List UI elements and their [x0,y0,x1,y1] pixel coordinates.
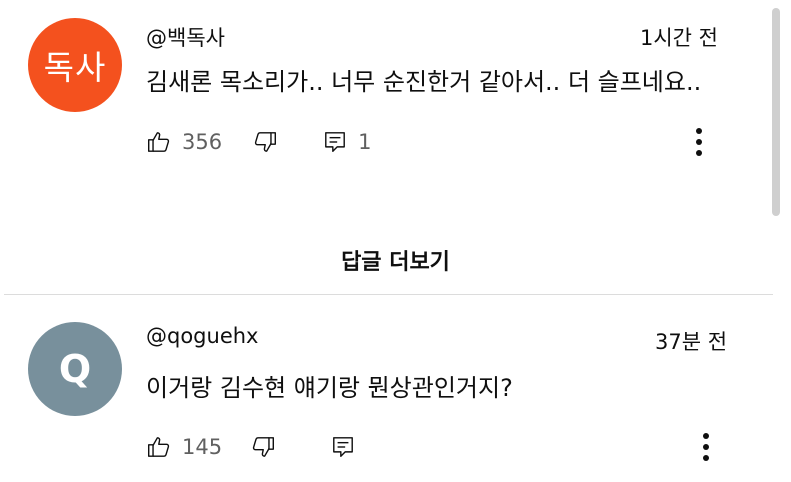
comment-time: 37분 전 [655,330,728,354]
reply-icon[interactable] [322,129,348,155]
like-count: 145 [182,435,223,459]
thumbs-down-icon[interactable] [252,129,278,155]
more-replies-button[interactable]: 답글 더보기 [0,244,791,276]
comment-actions: 356 1 [146,127,371,157]
avatar-text: Q [58,347,92,391]
more-vert-icon[interactable] [694,427,718,467]
thumbs-up-icon[interactable] [146,129,172,155]
comment-author[interactable]: @백독사 [146,22,225,52]
reply-icon[interactable] [330,434,356,460]
comments-page: 독사 @백독사 1시간 전 김새론 목소리가.. 너무 순진한거 같아서.. 더… [0,0,791,482]
avatar[interactable]: 독사 [28,18,122,112]
thumbs-up-icon[interactable] [146,434,172,460]
comment-time: 1시간 전 [640,26,718,50]
more-vert-icon[interactable] [687,122,711,162]
comment-actions: 145 [146,432,356,462]
avatar-text: 독사 [43,48,107,87]
thumbs-down-icon[interactable] [250,434,276,460]
comment-text: 이거랑 김수현 얘기랑 뭔상관인거지? [146,374,513,402]
scrollbar[interactable] [772,8,780,216]
avatar[interactable]: Q [28,322,122,416]
comment-author[interactable]: @qoguehx [146,324,258,348]
reply-count: 1 [358,130,372,154]
comment-text: 김새론 목소리가.. 너무 순진한거 같아서.. 더 슬프네요.. [146,68,702,96]
divider [4,294,773,295]
like-count: 356 [182,130,223,154]
